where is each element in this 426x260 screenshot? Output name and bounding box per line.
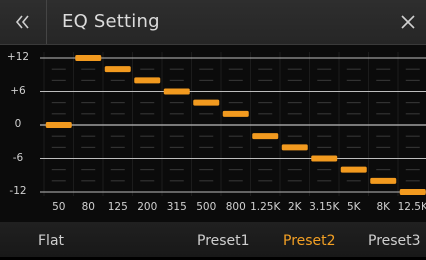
eq-band-handle-500[interactable]: [193, 99, 220, 106]
eq-band-handle-1.25K[interactable]: [252, 133, 279, 140]
eq-band-handle-80[interactable]: [75, 55, 102, 61]
eq-band-handle-12.5K[interactable]: [399, 189, 426, 195]
eq-setting-screen: EQ Setting +12 +6 0 -6 -12 50 80 125 200 315 500 80…: [0, 0, 426, 257]
close-icon: [401, 15, 415, 29]
eq-band-handle-200[interactable]: [134, 77, 161, 84]
page-title: EQ Setting: [62, 11, 160, 32]
y-tick-label: +12: [6, 51, 30, 63]
double-chevron-left-icon: [15, 15, 29, 29]
y-tick-label: 0: [14, 118, 22, 130]
y-tick-label: -6: [12, 151, 24, 164]
eq-panel: +12 +6 0 -6 -12 50 80 125 200 315 500 800 1.25K 2K 3.1…: [0, 45, 426, 222]
eq-band-handle-5K[interactable]: [340, 166, 367, 173]
x-tick-label: 12.5K: [397, 201, 426, 213]
eq-band-handle-2K[interactable]: [281, 144, 308, 151]
preset-3-button[interactable]: Preset3: [368, 222, 421, 257]
close-button[interactable]: [390, 0, 426, 44]
preset-2-button[interactable]: Preset2: [283, 222, 336, 257]
eq-band-handle-125[interactable]: [104, 66, 131, 73]
eq-band-handle-315[interactable]: [163, 88, 190, 95]
eq-band-handle-800[interactable]: [222, 110, 249, 117]
header-bar: EQ Setting: [0, 0, 426, 45]
preset-1-button[interactable]: Preset1: [197, 222, 250, 257]
preset-flat[interactable]: Flat: [38, 222, 64, 257]
eq-band-handle-50[interactable]: [45, 122, 72, 128]
back-button[interactable]: [0, 0, 47, 44]
eq-chart: [40, 52, 426, 196]
y-tick-label: +6: [10, 84, 26, 97]
y-tick-label: -12: [9, 185, 27, 197]
eq-band-handle-8K[interactable]: [370, 177, 397, 184]
preset-bar: Flat Preset1 Preset2 Preset3: [0, 222, 426, 257]
eq-band-handle-3.15K[interactable]: [311, 155, 338, 162]
